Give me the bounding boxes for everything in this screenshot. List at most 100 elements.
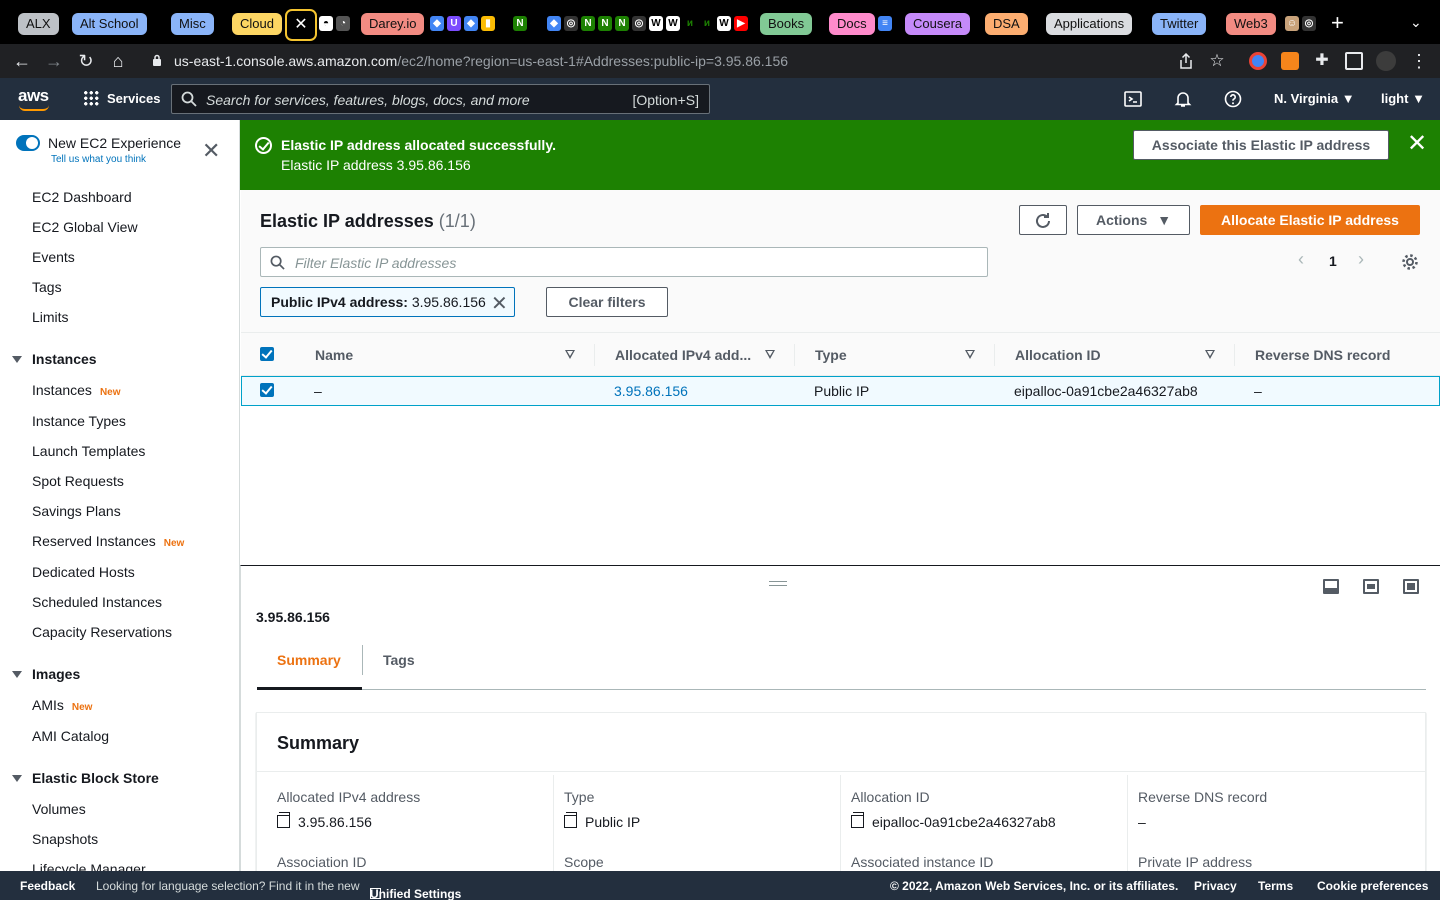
sidebar-item-limits[interactable]: Limits: [32, 309, 69, 325]
row-select-checkbox[interactable]: [260, 383, 274, 397]
close-tab-icon[interactable]: ✕: [294, 16, 307, 33]
profile-avatar[interactable]: [1376, 51, 1396, 71]
cell-ipv4-link[interactable]: 3.95.86.156: [614, 383, 688, 399]
tab-group-misc[interactable]: Misc: [171, 13, 214, 35]
tab-favicon[interactable]: W: [666, 16, 680, 31]
active-tab[interactable]: ✕: [285, 9, 317, 41]
aws-logo[interactable]: aws: [18, 86, 49, 106]
reload-icon[interactable]: ↻: [75, 50, 97, 72]
page-number[interactable]: 1: [1329, 253, 1337, 269]
table-row[interactable]: – 3.95.86.156 Public IP eipalloc-0a91cbe…: [241, 376, 1440, 406]
tab-group-cloud[interactable]: Cloud: [232, 13, 282, 35]
tab-group-docs[interactable]: Docs: [829, 13, 875, 35]
tab-favicon[interactable]: ◓: [319, 16, 333, 31]
refresh-button[interactable]: [1019, 205, 1067, 235]
sidebar-item-ec2-global-view[interactable]: EC2 Global View: [32, 219, 138, 235]
sort-icon[interactable]: [565, 350, 575, 359]
account-menu[interactable]: light ▼: [1381, 91, 1425, 106]
tab-favicon[interactable]: ▶: [734, 16, 748, 31]
tab-favicon[interactable]: ᴎ: [700, 16, 714, 31]
clear-filters-button[interactable]: Clear filters: [546, 287, 668, 317]
sidebar-item-instances[interactable]: Instances New: [32, 382, 121, 398]
share-icon[interactable]: [1179, 53, 1193, 69]
split-bottom-position-icon[interactable]: [1323, 579, 1339, 594]
tab-group-applications[interactable]: Applications: [1046, 13, 1133, 35]
tab-favicon[interactable]: N: [513, 16, 527, 31]
tab-favicon[interactable]: U: [447, 16, 461, 31]
services-menu-button[interactable]: Services: [83, 90, 161, 106]
associate-elastic-ip-button[interactable]: Associate this Elastic IP address: [1133, 130, 1389, 160]
terms-link[interactable]: Terms: [1258, 879, 1293, 893]
extension-icon[interactable]: [1249, 52, 1267, 70]
tab-favicon[interactable]: W: [717, 16, 731, 31]
actions-dropdown-button[interactable]: Actions ▼: [1077, 205, 1190, 235]
sidebar-close-icon[interactable]: ✕: [202, 140, 220, 162]
sidebar-item-capacity-reservations[interactable]: Capacity Reservations: [32, 624, 172, 640]
select-all-checkbox[interactable]: [260, 347, 274, 361]
column-header-reverse-dns[interactable]: Reverse DNS record: [1255, 347, 1390, 363]
sidebar-section-instances[interactable]: Instances: [12, 351, 97, 367]
tab-favicon[interactable]: ☺: [1285, 16, 1299, 31]
sidebar-item-tags[interactable]: Tags: [32, 279, 62, 295]
notifications-bell-icon[interactable]: [1174, 90, 1192, 108]
tab-favicon[interactable]: ◆: [464, 16, 478, 31]
feedback-link[interactable]: Tell us what you think: [51, 154, 146, 165]
sidebar-item-volumes[interactable]: Volumes: [32, 801, 86, 817]
tab-summary[interactable]: Summary: [277, 652, 341, 668]
sidebar-item-dedicated-hosts[interactable]: Dedicated Hosts: [32, 564, 135, 580]
tab-favicon[interactable]: ◎: [632, 16, 646, 31]
column-header-allocation-id[interactable]: Allocation ID: [1015, 347, 1101, 363]
sidebar-item-savings-plans[interactable]: Savings Plans: [32, 503, 121, 519]
tab-favicon[interactable]: W: [649, 16, 663, 31]
remove-filter-close-icon[interactable]: ✕: [491, 291, 508, 316]
sidebar-section-elastic-block-store[interactable]: Elastic Block Store: [12, 770, 159, 786]
split-maximize-icon[interactable]: [1403, 579, 1419, 594]
tab-group-books[interactable]: Books: [760, 13, 813, 35]
copy-icon[interactable]: [851, 812, 864, 828]
global-search-input[interactable]: Search for services, features, blogs, do…: [171, 84, 710, 114]
sidebar-item-amis[interactable]: AMIs New: [32, 697, 92, 713]
sidebar-item-ami-catalog[interactable]: AMI Catalog: [32, 728, 109, 744]
previous-page-icon[interactable]: ‹: [1298, 249, 1304, 270]
forward-arrow-icon[interactable]: →: [43, 50, 65, 72]
sidebar-item-events[interactable]: Events: [32, 249, 75, 265]
privacy-link[interactable]: Privacy: [1194, 879, 1237, 893]
copy-icon[interactable]: [277, 812, 290, 828]
browser-menu-icon[interactable]: ⋮: [1408, 50, 1430, 72]
cookie-preferences-link[interactable]: Cookie preferences: [1317, 879, 1428, 893]
filter-elastic-ip-input[interactable]: Filter Elastic IP addresses: [260, 247, 988, 277]
tab-group-twitter[interactable]: Twitter: [1152, 13, 1207, 35]
back-arrow-icon[interactable]: ←: [11, 50, 33, 72]
column-divider[interactable]: [594, 344, 595, 366]
dismiss-flash-close-icon[interactable]: ✕: [1407, 132, 1427, 156]
settings-gear-icon[interactable]: [1401, 253, 1419, 271]
split-side-position-icon[interactable]: [1363, 579, 1379, 594]
sidebar-item-lifecycle-manager[interactable]: Lifecycle Manager: [32, 861, 146, 871]
help-icon[interactable]: [1224, 90, 1242, 108]
sort-icon[interactable]: [1205, 350, 1215, 359]
next-page-icon[interactable]: ›: [1358, 249, 1364, 270]
tab-group-alt-school[interactable]: Alt School: [72, 13, 147, 35]
sort-icon[interactable]: [765, 350, 775, 359]
allocate-elastic-ip-button[interactable]: Allocate Elastic IP address: [1200, 205, 1420, 235]
tab-favicon[interactable]: ◎: [564, 16, 578, 31]
bookmark-star-icon[interactable]: ☆: [1206, 50, 1228, 72]
tab-favicon[interactable]: ▮: [481, 16, 495, 31]
tab-group-darey[interactable]: Darey.io: [361, 13, 425, 35]
sort-icon[interactable]: [965, 350, 975, 359]
region-selector[interactable]: N. Virginia ▼: [1274, 91, 1355, 106]
column-header-name[interactable]: Name: [315, 347, 353, 363]
tab-favicon[interactable]: N: [581, 16, 595, 31]
metamask-icon[interactable]: [1281, 52, 1299, 70]
sidebar-item-instance-types[interactable]: Instance Types: [32, 413, 126, 429]
feedback-button[interactable]: Feedback: [20, 879, 75, 893]
sidebar-section-images[interactable]: Images: [12, 666, 80, 682]
tab-favicon[interactable]: ◆: [547, 16, 561, 31]
home-icon[interactable]: ⌂: [107, 50, 129, 72]
tab-favicon[interactable]: N: [615, 16, 629, 31]
new-tab-icon[interactable]: +: [1331, 10, 1344, 36]
tab-search-chevron-icon[interactable]: ⌄: [1410, 14, 1422, 31]
tab-favicon[interactable]: ᴎ: [683, 16, 697, 31]
sidebar-item-spot-requests[interactable]: Spot Requests: [32, 473, 124, 489]
copy-icon[interactable]: [564, 812, 577, 828]
